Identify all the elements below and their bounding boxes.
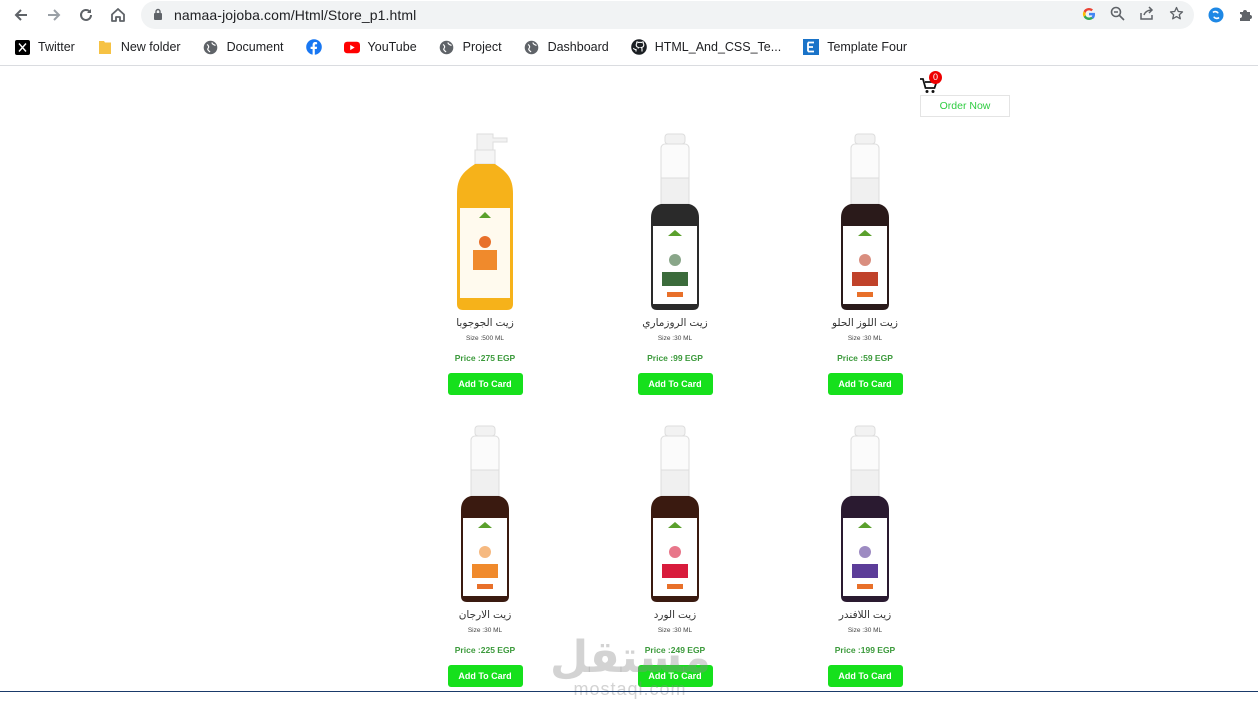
bookmark-template-four[interactable]: Template Four xyxy=(789,36,915,58)
reload-icon xyxy=(80,8,92,21)
bottom-divider xyxy=(0,691,1258,692)
github-icon xyxy=(630,39,647,55)
product-image-wrap[interactable] xyxy=(615,132,735,312)
globe-icon xyxy=(439,39,455,55)
product-name: زيت الروزماري xyxy=(642,317,708,329)
back-arrow-icon xyxy=(14,9,27,21)
product-image-wrap[interactable] xyxy=(805,424,925,604)
lock-icon xyxy=(154,8,162,20)
product-card: زيت اللوز الحلو Size :30 ML Price :59 EG… xyxy=(805,132,925,395)
product-image xyxy=(841,133,889,310)
product-name: زيت الارجان xyxy=(458,609,512,621)
product-price: Price :199 EGP xyxy=(834,645,896,655)
order-now-button[interactable]: Order Now xyxy=(920,95,1010,117)
product-name: زيت اللافندر xyxy=(838,609,892,621)
bookmark-twitter[interactable]: Twitter xyxy=(0,36,83,58)
product-size: Size :500 ML xyxy=(466,335,504,342)
folder-icon xyxy=(97,39,113,55)
product-image xyxy=(651,425,699,602)
puzzle-icon[interactable] xyxy=(1236,6,1254,24)
product-size: Size :30 ML xyxy=(657,335,693,342)
cart-count-badge: 0 xyxy=(929,71,942,84)
bookmark-star-icon[interactable] xyxy=(1169,6,1184,26)
extension-icon[interactable] xyxy=(1207,6,1225,24)
product-name: زيت الورد xyxy=(653,609,697,621)
product-image-wrap[interactable] xyxy=(805,132,925,312)
product-price: Price :99 EGP xyxy=(647,353,703,363)
product-card: زيت اللافندر Size :30 ML Price :199 EGP … xyxy=(805,424,925,687)
globe-icon xyxy=(524,39,540,55)
home-icon xyxy=(111,8,125,22)
browser-chrome: namaa-jojoba.com/Html/Store_p1.html Twit… xyxy=(0,0,1258,66)
bookmark-github[interactable]: HTML_And_CSS_Te... xyxy=(617,36,789,58)
store-page: 0 Order Now زيت الجوجوبا Size :500 ML Pr… xyxy=(0,66,1258,720)
bookmark-project[interactable]: Project xyxy=(425,36,510,58)
address-bar[interactable]: namaa-jojoba.com/Html/Store_p1.html xyxy=(141,1,1194,29)
product-size: Size :30 ML xyxy=(467,627,503,634)
bookmark-facebook[interactable] xyxy=(292,36,330,58)
product-image xyxy=(461,425,509,602)
product-image xyxy=(841,425,889,602)
add-to-cart-button[interactable]: Add To Card xyxy=(827,665,903,687)
forward-arrow-icon xyxy=(48,9,61,21)
product-price: Price :275 EGP xyxy=(454,353,516,363)
forward-button[interactable] xyxy=(42,4,66,26)
add-to-cart-button[interactable]: Add To Card xyxy=(447,373,523,395)
url-text: namaa-jojoba.com/Html/Store_p1.html xyxy=(174,7,417,23)
youtube-icon xyxy=(343,39,360,55)
add-to-cart-button[interactable]: Add To Card xyxy=(637,373,713,395)
facebook-icon xyxy=(305,39,322,55)
product-card: زيت الورد Size :30 ML Price :249 EGP Add… xyxy=(615,424,735,687)
x-twitter-icon xyxy=(14,39,30,55)
product-image-wrap[interactable] xyxy=(425,132,545,312)
bookmarks-bar: Twitter New folder Document YouTube Proj… xyxy=(0,36,915,58)
google-icon[interactable] xyxy=(1082,7,1096,26)
product-name: زيت الجوجوبا xyxy=(456,317,514,329)
product-size: Size :30 ML xyxy=(657,627,693,634)
product-image xyxy=(651,133,699,310)
product-size: Size :30 ML xyxy=(847,627,883,634)
product-image-wrap[interactable] xyxy=(615,424,735,604)
product-price: Price :249 EGP xyxy=(644,645,706,655)
bookmark-new-folder[interactable]: New folder xyxy=(83,36,189,58)
product-card: زيت الروزماري Size :30 ML Price :99 EGP … xyxy=(615,132,735,395)
add-to-cart-button[interactable]: Add To Card xyxy=(447,665,523,687)
product-image-wrap[interactable] xyxy=(425,424,545,604)
home-button[interactable] xyxy=(106,4,130,26)
product-name: زيت اللوز الحلو xyxy=(831,317,899,329)
add-to-cart-button[interactable]: Add To Card xyxy=(827,373,903,395)
e-letter-icon xyxy=(803,39,820,55)
zoom-icon[interactable] xyxy=(1110,6,1125,26)
product-card: زيت الجوجوبا Size :500 ML Price :275 EGP… xyxy=(425,132,545,395)
reload-button[interactable] xyxy=(74,4,98,26)
bookmark-dashboard[interactable]: Dashboard xyxy=(510,36,617,58)
bookmark-youtube[interactable]: YouTube xyxy=(330,36,425,58)
product-price: Price :225 EGP xyxy=(454,645,516,655)
bookmark-document[interactable]: Document xyxy=(189,36,292,58)
globe-icon xyxy=(203,39,219,55)
product-image xyxy=(457,133,513,310)
add-to-cart-button[interactable]: Add To Card xyxy=(637,665,713,687)
product-card: زيت الارجان Size :30 ML Price :225 EGP A… xyxy=(425,424,545,687)
product-size: Size :30 ML xyxy=(847,335,883,342)
back-button[interactable] xyxy=(9,4,33,26)
share-icon[interactable] xyxy=(1139,6,1155,26)
product-price: Price :59 EGP xyxy=(837,353,893,363)
